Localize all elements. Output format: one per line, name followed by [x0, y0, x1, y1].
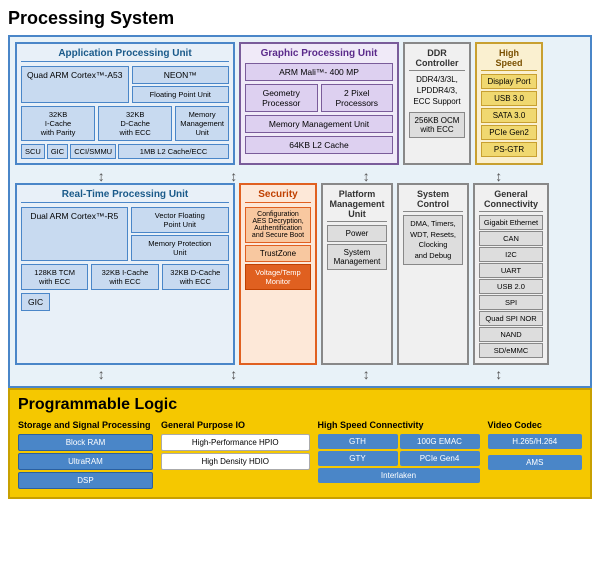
pl-section: Programmable Logic Storage and Signal Pr…: [8, 388, 592, 499]
apu-cci: CCI/SMMU: [70, 144, 116, 159]
pmu-section: Platform Management Unit Power System Ma…: [321, 183, 393, 365]
rpu-dcache: 32KB D-Cache with ECC: [162, 264, 229, 290]
rpu-arm: Dual ARM Cortex™-R5: [21, 207, 128, 261]
security-vt: Voltage/Temp Monitor: [245, 264, 311, 290]
ddr-ocm: 256KB OCM with ECC: [409, 112, 465, 138]
pl-storage-title: Storage and Signal Processing: [18, 420, 153, 430]
hs-item-dp: Display Port: [481, 74, 537, 89]
pl-storage: Storage and Signal Processing Block RAM …: [18, 420, 153, 491]
apu-l2: 1MB L2 Cache/ECC: [118, 144, 229, 159]
ddr-title: DDR Controller: [409, 48, 465, 71]
security-aes: Configuration AES Decryption, Authentifi…: [245, 207, 311, 243]
pl-interlaken: Interlaken: [318, 468, 480, 483]
arrow-2: ↕: [230, 168, 237, 184]
apu-title: Application Processing Unit: [21, 48, 229, 62]
pl-hpio: High-Performance HPIO: [161, 434, 310, 451]
arrow-4: ↕: [495, 168, 502, 184]
rpu-gic: GIC: [21, 293, 50, 311]
arrow-row-1: ↕ ↕ ↕ ↕: [15, 169, 585, 183]
pl-gpio: General Purpose IO High-Performance HPIO…: [161, 420, 310, 491]
main-container: Processing System Application Processing…: [0, 0, 600, 575]
apu-section: Application Processing Unit Quad ARM Cor…: [15, 42, 235, 165]
gpu-section: Graphic Processing Unit ARM Mali™- 400 M…: [239, 42, 399, 165]
pl-gpio-title: General Purpose IO: [161, 420, 310, 430]
pl-hdio: High Density HDIO: [161, 453, 310, 470]
pl-ultraram: UltraRAM: [18, 453, 153, 470]
pl-title: Programmable Logic: [18, 396, 582, 414]
page-title: Processing System: [8, 8, 592, 29]
gpu-geom: Geometry Processor: [245, 84, 318, 112]
pl-hsc: High Speed Connectivity GTH 100G EMAC GT…: [318, 420, 480, 491]
gc-can: CAN: [479, 231, 543, 246]
apu-dcache: 32KB D-Cache with ECC: [98, 106, 172, 141]
pmu-title: Platform Management Unit: [327, 189, 387, 222]
pl-gty: GTY: [318, 451, 398, 466]
pl-h265: H.265/H.264: [488, 434, 583, 449]
gpu-title: Graphic Processing Unit: [245, 48, 393, 59]
hs-item-sata: SATA 3.0: [481, 108, 537, 123]
gc-i2c: I2C: [479, 247, 543, 262]
apu-icache: 32KB I-Cache with Parity: [21, 106, 95, 141]
pl-vc: Video Codec H.265/H.264 AMS: [488, 420, 583, 491]
gc-spi: SPI: [479, 295, 543, 310]
apu-fpu: Floating Point Unit: [132, 86, 230, 103]
gc-nand: NAND: [479, 327, 543, 342]
gpu-mali: ARM Mali™- 400 MP: [245, 63, 393, 81]
pl-dsp: DSP: [18, 472, 153, 489]
gc-qspi: Quad SPI NOR: [479, 311, 543, 326]
arrow-3: ↕: [363, 168, 370, 184]
security-title: Security: [245, 189, 311, 203]
pl-gth: GTH: [318, 434, 398, 449]
pl-100gemac: 100G EMAC: [400, 434, 480, 449]
sc-title: System Control: [403, 189, 463, 212]
arrow-8: ↕: [495, 366, 502, 382]
ddr-content: DDR4/3/3L, LPDDR4/3, ECC Support: [409, 74, 465, 108]
gc-eth: Gigabit Ethernet: [479, 215, 543, 230]
rpu-mpu: Memory Protection Unit: [131, 235, 230, 261]
arrow-1: ↕: [98, 168, 105, 184]
arrow-7: ↕: [363, 366, 370, 382]
arrow-5: ↕: [98, 366, 105, 382]
security-section: Security Configuration AES Decryption, A…: [239, 183, 317, 365]
arrow-6: ↕: [230, 366, 237, 382]
hs-item-psgtr: PS-GTR: [481, 142, 537, 157]
apu-gic: GIC: [47, 144, 68, 159]
arrow-row-2: ↕ ↕ ↕ ↕: [15, 367, 585, 381]
sc-content: DMA, Timers, WDT, Resets, Clocking and D…: [403, 215, 463, 265]
hs-item-usb3: USB 3.0: [481, 91, 537, 106]
apu-mmu: Memory Management Unit: [175, 106, 229, 141]
gpu-pixel: 2 Pixel Processors: [321, 84, 394, 112]
pl-blockram: Block RAM: [18, 434, 153, 451]
rpu-title: Real-Time Processing Unit: [21, 189, 229, 203]
rpu-section: Real-Time Processing Unit Dual ARM Corte…: [15, 183, 235, 365]
apu-scu: SCU: [21, 144, 45, 159]
ddr-section: DDR Controller DDR4/3/3L, LPDDR4/3, ECC …: [403, 42, 471, 165]
apu-neon: NEON™: [132, 66, 230, 84]
pmu-sys: System Management: [327, 244, 387, 270]
security-tz: TrustZone: [245, 245, 311, 262]
hs-section: High Speed Display Port USB 3.0 SATA 3.0…: [475, 42, 543, 165]
sc-section: System Control DMA, Timers, WDT, Resets,…: [397, 183, 469, 365]
rpu-tcm: 128KB TCM with ECC: [21, 264, 88, 290]
gpu-mmu: Memory Management Unit: [245, 115, 393, 133]
hs-title: High Speed: [481, 48, 537, 71]
pl-pcie4: PCIe Gen4: [400, 451, 480, 466]
gpu-l2: 64KB L2 Cache: [245, 136, 393, 154]
gc-title: General Connectivity: [479, 189, 543, 212]
rpu-icache: 32KB I-Cache with ECC: [91, 264, 158, 290]
rpu-vfp: Vector Floating Point Unit: [131, 207, 230, 233]
pl-vc-title: Video Codec: [488, 420, 583, 430]
pmu-power: Power: [327, 225, 387, 242]
gc-section: General Connectivity Gigabit Ethernet CA…: [473, 183, 549, 365]
hs-item-pcie: PCIe Gen2: [481, 125, 537, 140]
gc-usb2: USB 2.0: [479, 279, 543, 294]
apu-arm: Quad ARM Cortex™-A53: [21, 66, 129, 103]
gc-sd: SD/eMMC: [479, 343, 543, 358]
pl-ams: AMS: [488, 455, 583, 470]
gc-uart: UART: [479, 263, 543, 278]
pl-hsc-title: High Speed Connectivity: [318, 420, 480, 430]
